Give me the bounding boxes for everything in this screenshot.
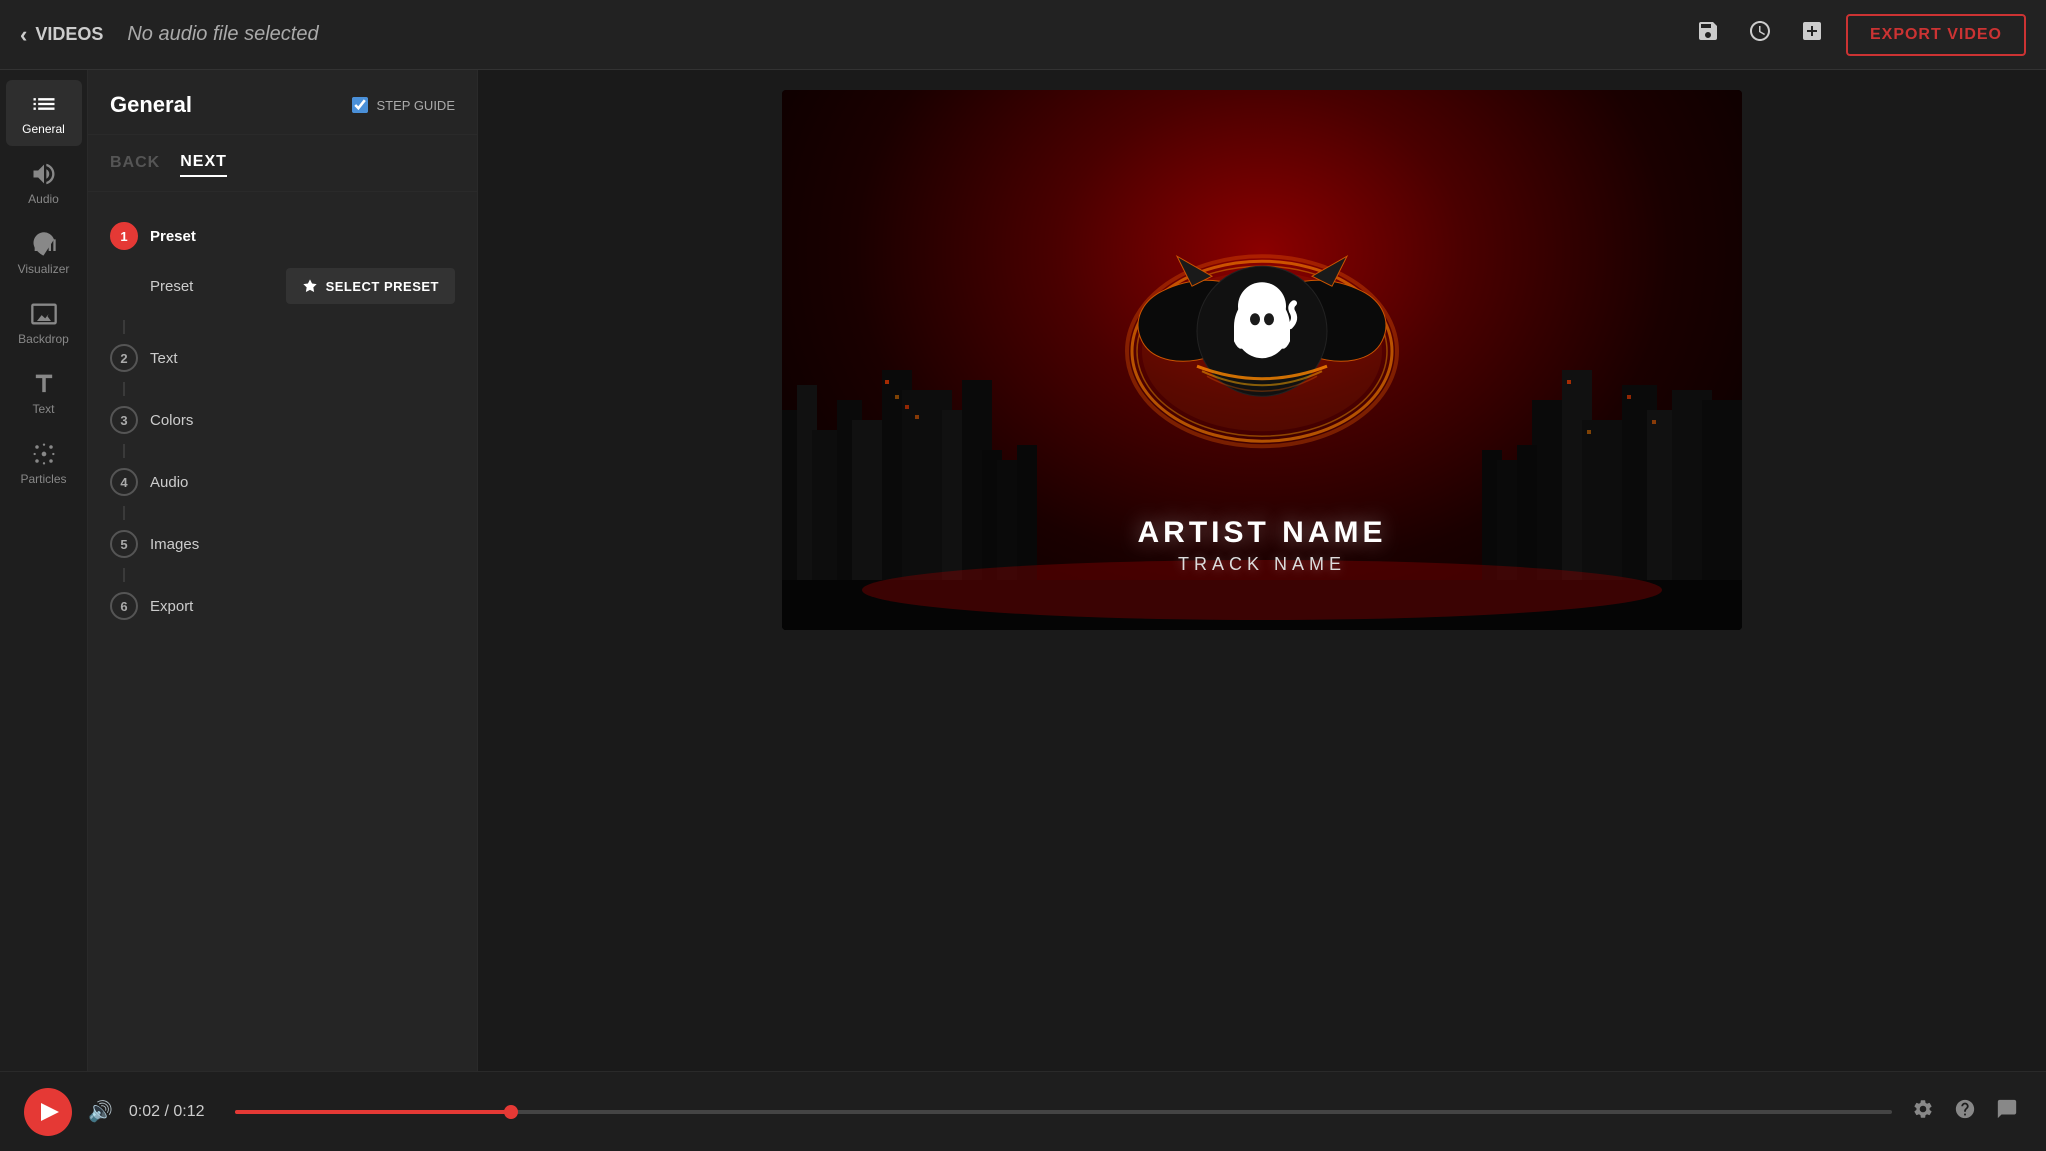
step-number-4: 4 [110, 468, 138, 496]
step-connector-4-5 [123, 506, 125, 520]
particles-icon [30, 440, 58, 468]
step-number-2: 2 [110, 344, 138, 372]
sidebar-visualizer-label: Visualizer [18, 262, 70, 276]
save-button[interactable] [1690, 13, 1726, 56]
top-bar-actions: EXPORT VIDEO [1690, 13, 2026, 56]
preset-sub-section: Preset SELECT PRESET [110, 260, 455, 312]
play-icon [41, 1103, 59, 1121]
step-number-1: 1 [110, 222, 138, 250]
step-label-3: Colors [150, 412, 193, 429]
nav-buttons: BACK NEXT [88, 135, 477, 192]
step-guide-checkbox[interactable] [352, 97, 368, 113]
step-row-3[interactable]: 3 Colors [110, 396, 455, 444]
sidebar-audio-label: Audio [28, 192, 59, 206]
bottom-bar: 🔊 0:02 / 0:12 [0, 1071, 2046, 1151]
bottom-right-icons [1908, 1094, 2022, 1130]
step-panel: General STEP GUIDE BACK NEXT 1 Preset Pr… [88, 70, 478, 1071]
back-label: VIDEOS [35, 24, 103, 45]
ghost-logo [1122, 211, 1402, 451]
text-icon [30, 370, 58, 398]
step-label-6: Export [150, 598, 193, 615]
next-step-button[interactable]: NEXT [180, 149, 227, 177]
back-step-button[interactable]: BACK [110, 149, 160, 177]
step-panel-header: General STEP GUIDE [88, 70, 477, 135]
audio-status: No audio file selected [127, 23, 318, 46]
sidebar-item-visualizer[interactable]: Visualizer [6, 220, 82, 286]
chevron-left-icon: ‹ [20, 22, 27, 48]
audio-icon [30, 160, 58, 188]
sidebar-backdrop-label: Backdrop [18, 332, 69, 346]
sidebar-item-general[interactable]: General [6, 80, 82, 146]
step-guide-toggle[interactable]: STEP GUIDE [352, 97, 455, 113]
step-row-6[interactable]: 6 Export [110, 582, 455, 630]
chat-button[interactable] [1992, 1094, 2022, 1130]
video-background: ARTIST NAME TRACK NAME [782, 90, 1742, 630]
step-connector-5-6 [123, 568, 125, 582]
add-button[interactable] [1794, 13, 1830, 56]
step-number-3: 3 [110, 406, 138, 434]
step-label-5: Images [150, 536, 199, 553]
sidebar-particles-label: Particles [20, 472, 66, 486]
visualizer-icon [30, 230, 58, 258]
sidebar-general-label: General [22, 122, 65, 136]
progress-fill [235, 1110, 511, 1114]
step-row-2[interactable]: 2 Text [110, 334, 455, 382]
artist-name: ARTIST NAME [1138, 516, 1387, 550]
sidebar-item-audio[interactable]: Audio [6, 150, 82, 216]
main-area: General Audio Visualizer [0, 70, 2046, 1071]
sidebar-item-particles[interactable]: Particles [6, 430, 82, 496]
help-button[interactable] [1950, 1094, 1980, 1130]
history-button[interactable] [1742, 13, 1778, 56]
step-1-section: 1 Preset Preset SELECT PRESET [110, 212, 455, 312]
step-connector-1-2 [123, 320, 125, 334]
preset-sub-label: Preset [150, 278, 193, 295]
step-list: 1 Preset Preset SELECT PRESET 2 [88, 192, 477, 650]
step-connector-2-3 [123, 382, 125, 396]
top-bar: ‹ VIDEOS No audio file selected EXPORT V… [0, 0, 2046, 70]
volume-icon[interactable]: 🔊 [88, 1099, 113, 1124]
play-button[interactable] [24, 1088, 72, 1136]
progress-track[interactable] [235, 1110, 1892, 1114]
track-name: TRACK NAME [1138, 554, 1387, 575]
export-video-button[interactable]: EXPORT VIDEO [1846, 14, 2026, 56]
step-number-6: 6 [110, 592, 138, 620]
step-row-5[interactable]: 5 Images [110, 520, 455, 568]
general-icon [30, 90, 58, 118]
settings-button[interactable] [1908, 1094, 1938, 1130]
step-number-5: 5 [110, 530, 138, 558]
step-row-1[interactable]: 1 Preset [110, 212, 455, 260]
progress-thumb [504, 1105, 518, 1119]
step-label-4: Audio [150, 474, 188, 491]
time-display: 0:02 / 0:12 [129, 1103, 219, 1121]
sidebar-text-label: Text [32, 402, 54, 416]
select-preset-button[interactable]: SELECT PRESET [286, 268, 455, 304]
help-icon [1954, 1098, 1976, 1120]
step-row-4[interactable]: 4 Audio [110, 458, 455, 506]
step-connector-3-4 [123, 444, 125, 458]
settings-icon [1912, 1098, 1934, 1120]
sidebar-item-text[interactable]: Text [6, 360, 82, 426]
step-guide-label: STEP GUIDE [376, 98, 455, 113]
step-panel-title: General [110, 92, 192, 118]
icon-sidebar: General Audio Visualizer [0, 70, 88, 1071]
back-navigation[interactable]: ‹ VIDEOS [20, 22, 103, 48]
backdrop-icon [30, 300, 58, 328]
preview-area: ARTIST NAME TRACK NAME [478, 70, 2046, 1071]
video-preview: ARTIST NAME TRACK NAME [782, 90, 1742, 630]
preset-icon [302, 278, 318, 294]
step-label-2: Text [150, 350, 178, 367]
chat-icon [1996, 1098, 2018, 1120]
sidebar-item-backdrop[interactable]: Backdrop [6, 290, 82, 356]
step-label-1: Preset [150, 228, 196, 245]
